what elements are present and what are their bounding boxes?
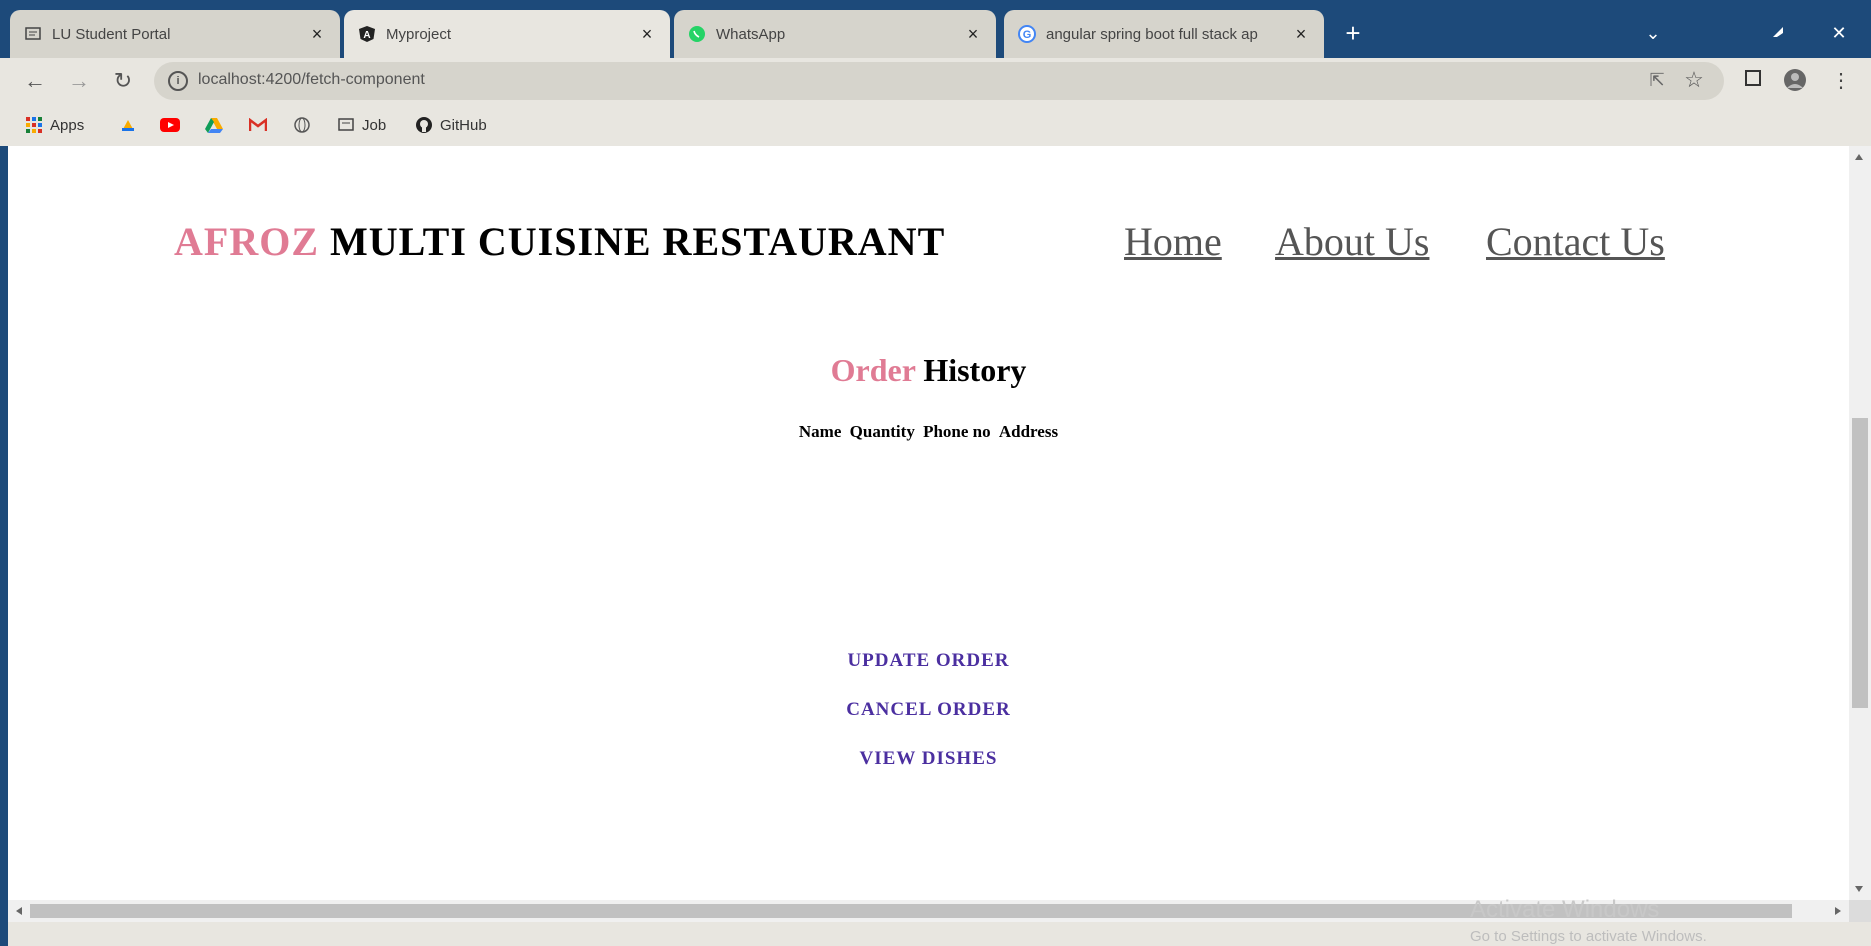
back-arrow-icon[interactable]: ←	[22, 68, 48, 94]
update-order-link[interactable]: UPDATE ORDER	[8, 650, 1849, 672]
tab-myproject[interactable]: A Myproject ×	[344, 10, 670, 58]
github-icon	[414, 115, 434, 135]
order-history-title-rest: History	[923, 352, 1027, 388]
browser-toolbar: ← → ↻ i localhost:4200/fetch-component ⇱…	[0, 58, 1871, 104]
bookmark-job[interactable]: Job	[336, 114, 386, 136]
order-history-title-accent: Order	[830, 352, 916, 388]
portal-icon	[336, 115, 356, 135]
activate-windows-watermark: Activate Windows	[1470, 896, 1660, 923]
tab-strip: LU Student Portal × A Myproject × WhatsA…	[0, 6, 1871, 58]
youtube-icon	[160, 115, 180, 135]
close-window-icon[interactable]: ✕	[1826, 20, 1852, 46]
vertical-scrollbar[interactable]	[1849, 146, 1871, 900]
scroll-left-arrow-icon[interactable]	[16, 907, 22, 915]
bookmark-youtube[interactable]	[160, 114, 186, 136]
close-icon[interactable]: ×	[964, 24, 982, 44]
scrollbar-corner	[1849, 900, 1871, 922]
globe-icon	[292, 115, 312, 135]
svg-text:G: G	[1023, 29, 1032, 41]
apps-grid-icon	[24, 115, 44, 135]
profile-avatar-icon[interactable]	[1782, 68, 1808, 94]
url-text[interactable]: localhost:4200/fetch-component	[198, 71, 425, 89]
forward-arrow-icon[interactable]: →	[66, 68, 92, 94]
google-drive-icon	[204, 115, 224, 135]
bookmark-gmail[interactable]	[248, 114, 274, 136]
scroll-right-arrow-icon[interactable]	[1835, 907, 1841, 915]
vertical-scroll-thumb[interactable]	[1852, 418, 1868, 708]
bookmark-drive-like[interactable]	[118, 114, 144, 136]
column-header-quantity: Quantity	[849, 422, 915, 441]
tab-search-chevron-icon[interactable]: ⌄	[1640, 20, 1666, 46]
bookmark-google-drive[interactable]	[204, 114, 230, 136]
scroll-up-arrow-icon[interactable]	[1855, 154, 1863, 160]
address-bar[interactable]: i localhost:4200/fetch-component ⇱ ☆	[154, 62, 1724, 100]
tab-title: LU Student Portal	[52, 25, 171, 43]
tab-whatsapp[interactable]: WhatsApp ×	[674, 10, 996, 58]
tab-title: angular spring boot full stack ap	[1046, 25, 1258, 43]
bookmark-label: Apps	[50, 116, 85, 134]
drive-like-icon	[118, 115, 138, 135]
browser-window: LU Student Portal × A Myproject × WhatsA…	[0, 0, 1871, 946]
order-history-title: Order History	[8, 352, 1849, 389]
site-brand: AFROZ	[174, 219, 319, 264]
column-header-phone: Phone no	[923, 422, 991, 441]
bookmark-github[interactable]: GitHub	[414, 114, 487, 136]
page-viewport: AFROZ MULTI CUISINE RESTAURANT Home Abou…	[8, 146, 1849, 900]
orders-table-header: Name Quantity Phone no Address	[8, 422, 1849, 442]
svg-text:A: A	[363, 30, 370, 41]
close-icon[interactable]: ×	[638, 24, 656, 44]
bookmarks-bar: Apps Job GitHub	[0, 104, 1871, 146]
bookmark-label: Job	[362, 116, 387, 134]
nav-home-link[interactable]: Home	[1124, 218, 1222, 265]
share-icon[interactable]: ⇱	[1646, 70, 1668, 92]
kebab-menu-icon[interactable]: ⋮	[1828, 68, 1854, 94]
site-title: AFROZ MULTI CUISINE RESTAURANT	[174, 218, 945, 265]
tab-title: Myproject	[386, 25, 452, 43]
tab-student-portal[interactable]: LU Student Portal ×	[10, 10, 340, 58]
site-title-rest: MULTI CUISINE RESTAURANT	[330, 219, 946, 264]
bookmark-label: GitHub	[440, 116, 487, 134]
portal-icon	[24, 25, 42, 43]
side-panel-icon[interactable]	[1740, 68, 1766, 94]
google-icon: G	[1018, 25, 1036, 43]
column-header-address: Address	[998, 422, 1059, 441]
nav-contact-link[interactable]: Contact Us	[1486, 218, 1665, 265]
reload-icon[interactable]: ↻	[110, 68, 136, 94]
bookmark-apps[interactable]: Apps	[24, 114, 84, 136]
bookmark-globe[interactable]	[292, 114, 318, 136]
close-icon[interactable]: ×	[308, 24, 326, 44]
tab-title: WhatsApp	[716, 25, 786, 43]
close-icon[interactable]: ×	[1292, 24, 1310, 44]
tab-google-search[interactable]: G angular spring boot full stack ap ×	[1004, 10, 1324, 58]
angular-icon: A	[358, 25, 376, 43]
cancel-order-link[interactable]: CANCEL ORDER	[8, 699, 1849, 721]
nav-about-link[interactable]: About Us	[1275, 218, 1429, 265]
view-dishes-link[interactable]: VIEW DISHES	[8, 748, 1849, 770]
whatsapp-icon	[688, 25, 706, 43]
scroll-down-arrow-icon[interactable]	[1855, 886, 1863, 892]
restore-window-icon[interactable]	[1765, 20, 1791, 46]
bookmark-star-icon[interactable]: ☆	[1682, 68, 1706, 92]
column-header-name: Name	[798, 422, 842, 441]
activate-windows-subtext: Go to Settings to activate Windows.	[1470, 928, 1707, 945]
new-tab-button[interactable]: +	[1340, 20, 1366, 46]
gmail-icon	[248, 115, 268, 135]
info-icon[interactable]: i	[168, 71, 188, 91]
